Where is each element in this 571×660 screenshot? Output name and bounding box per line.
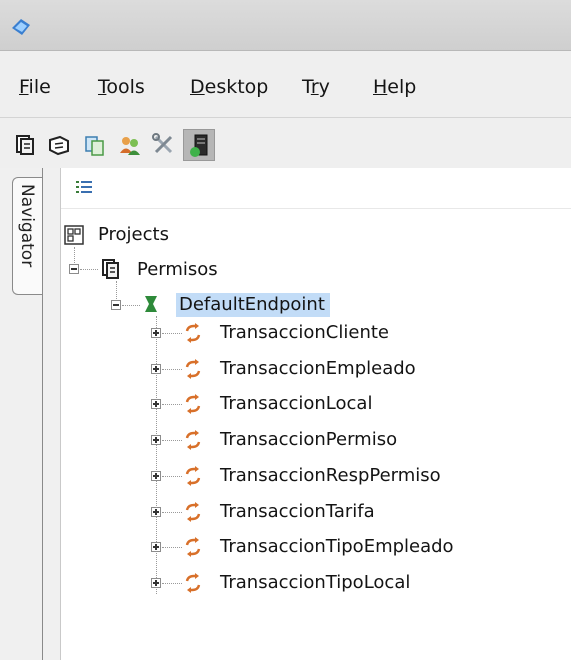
menu-file-label: ile — [28, 76, 51, 98]
tree-connector — [162, 582, 182, 585]
list-view-icon[interactable] — [75, 178, 93, 196]
menu-tools-label: ools — [106, 76, 145, 98]
tree-node-transaction[interactable]: TransaccionLocal — [220, 392, 372, 416]
users-icon[interactable] — [117, 132, 143, 158]
transaction-icon — [185, 465, 201, 486]
menu-desktop-mnemonic: D — [190, 76, 205, 98]
tree-connector — [162, 547, 182, 549]
tree-root-projects[interactable]: Projects — [98, 223, 169, 247]
tree-connector — [74, 247, 76, 263]
tree-connector — [156, 316, 158, 594]
menu-file-mnemonic: F — [19, 76, 29, 98]
tree-node-transaction[interactable]: TransaccionTarifa — [220, 500, 375, 524]
tree-connector — [162, 440, 182, 442]
tools-icon[interactable] — [151, 132, 177, 158]
tree-node-default-endpoint[interactable]: DefaultEndpoint — [176, 293, 330, 317]
menu-try-mnemonic: r — [310, 76, 319, 98]
transaction-icon — [185, 358, 201, 379]
tree-node-transaction[interactable]: TransaccionEmpleado — [220, 357, 416, 381]
transaction-icon — [185, 323, 201, 343]
menu-bar: File Tools Desktop Try Help — [0, 51, 571, 117]
expand-transaction-toggle[interactable] — [151, 363, 161, 374]
menu-file[interactable]: File — [19, 75, 51, 99]
transaction-icon — [185, 430, 201, 451]
tree-connector — [80, 269, 98, 271]
server-icon — [190, 134, 208, 157]
tree-connector — [162, 475, 182, 478]
tree-node-transaction[interactable]: TransaccionPermiso — [220, 428, 397, 452]
transaction-icon — [185, 537, 201, 558]
tree-connector — [162, 333, 182, 335]
menu-desktop[interactable]: Desktop — [190, 75, 268, 99]
tree-node-transaction[interactable]: TransaccionTipoLocal — [220, 571, 410, 595]
tree-connector — [116, 281, 118, 299]
app-logo-icon — [12, 19, 30, 35]
expand-transaction-toggle[interactable] — [151, 470, 161, 481]
tree-connector — [162, 404, 182, 406]
expand-transaction-toggle[interactable] — [151, 435, 161, 446]
tree-node-transaction[interactable]: TransaccionCliente — [220, 321, 389, 345]
transaction-icon — [185, 501, 201, 522]
menu-desktop-label: esktop — [204, 76, 269, 98]
toolbar — [0, 118, 571, 168]
navigator-tab[interactable]: Navigator — [12, 177, 42, 295]
tree-connector — [122, 305, 140, 307]
title-bar — [0, 0, 571, 50]
expand-transaction-toggle[interactable] — [151, 577, 161, 588]
navigator-tab-label: Navigator — [17, 184, 37, 268]
navigator-tab-strip — [42, 168, 60, 660]
menu-tools[interactable]: Tools — [98, 75, 145, 99]
tree-node-transaction[interactable]: TransaccionRespPermiso — [220, 464, 441, 488]
collapse-permisos-toggle[interactable] — [69, 264, 79, 274]
menu-try-prefix: T — [302, 76, 311, 98]
endpoint-icon — [145, 296, 157, 312]
new-project-icon[interactable] — [12, 132, 38, 158]
projects-icon — [64, 225, 84, 245]
navigator-header — [61, 168, 571, 209]
tree-connector — [162, 368, 182, 371]
menu-help-mnemonic: H — [373, 76, 388, 98]
menu-try[interactable]: Try — [302, 75, 330, 99]
tree-connector — [162, 511, 182, 514]
tree-node-transaction[interactable]: TransaccionTipoEmpleado — [220, 535, 454, 559]
menu-help[interactable]: Help — [373, 75, 416, 99]
expand-transaction-toggle[interactable] — [151, 506, 161, 517]
menu-help-label: elp — [387, 76, 417, 98]
copy-icon[interactable] — [82, 132, 108, 158]
transaction-icon — [185, 572, 201, 593]
menu-try-label: y — [318, 76, 330, 98]
collapse-endpoint-toggle[interactable] — [111, 300, 121, 310]
expand-transaction-toggle[interactable] — [151, 399, 161, 410]
expand-transaction-toggle[interactable] — [151, 328, 161, 338]
tree-node-permisos[interactable]: Permisos — [137, 258, 218, 282]
server-button[interactable] — [183, 129, 215, 161]
transaction-icon — [185, 394, 201, 415]
open-project-icon[interactable] — [46, 132, 72, 158]
expand-transaction-toggle[interactable] — [151, 542, 161, 553]
project-icon — [102, 259, 119, 279]
